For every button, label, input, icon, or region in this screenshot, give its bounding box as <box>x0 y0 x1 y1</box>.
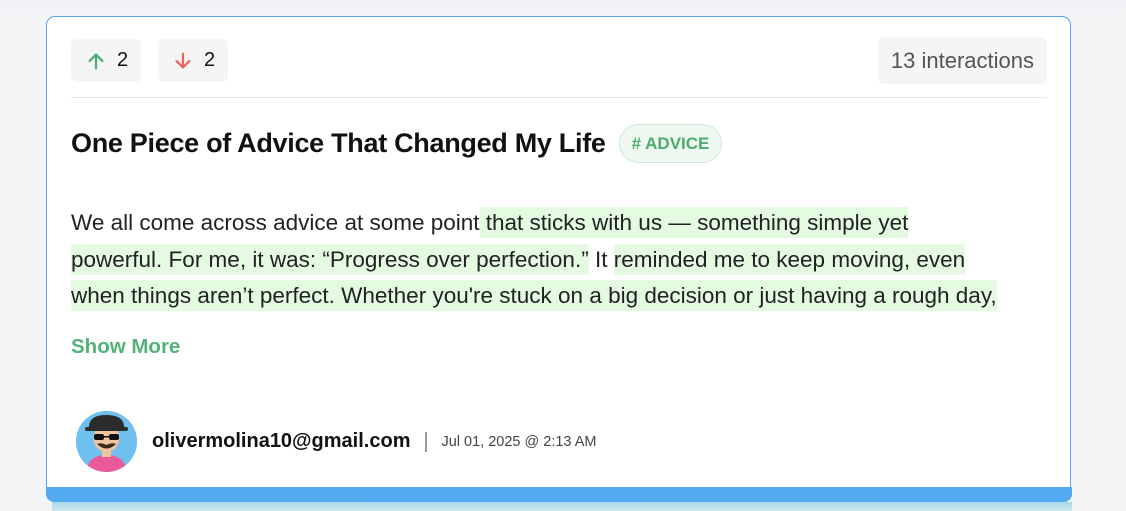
meta-separator <box>425 431 428 452</box>
author-email[interactable]: olivermolina10@gmail.com <box>152 430 410 453</box>
avatar-illustration <box>76 411 137 472</box>
downvote-count: 2 <box>204 49 216 71</box>
page: 2 2 13 interactions One Piece of Advice … <box>0 0 1126 511</box>
arrow-up-icon <box>88 52 104 69</box>
highlighted-text: e to keep moving, even <box>732 243 966 275</box>
highlighted-text: when things aren’t perfect. <box>71 280 335 311</box>
arrow-down-icon <box>175 52 191 69</box>
highlighted-text: Whether you're stuck on a big decision o… <box>334 280 997 311</box>
post-card: 2 2 13 interactions One Piece of Advice … <box>46 16 1071 488</box>
highlighted-text: reminded m <box>613 243 733 275</box>
avatar[interactable] <box>76 411 137 472</box>
highlighted-text: that sticks with us — so <box>479 207 721 238</box>
post-title: One Piece of Advice That Changed My Life <box>71 128 606 158</box>
upvote-count: 2 <box>117 49 129 71</box>
card-shadow <box>52 502 1072 511</box>
downvote-button[interactable]: 2 <box>158 39 228 82</box>
post-body: We all come across advice at some point … <box>71 205 1046 315</box>
show-more-link[interactable]: Show More <box>71 335 180 359</box>
body-text-segment: We all come across advice at some point <box>71 210 480 235</box>
post-date: Jul 01, 2025 @ 2:13 AM <box>441 433 597 450</box>
highlighted-text: mething simple yet <box>720 207 909 238</box>
highlighted-text: powe <box>71 243 125 275</box>
body-text-segment: It <box>588 246 614 272</box>
tag-badge[interactable]: # ADVICE <box>618 124 723 163</box>
highlighted-text: rful. For me, it was: “Progress over per… <box>124 243 589 275</box>
upvote-button[interactable]: 2 <box>71 39 141 82</box>
title-row: One Piece of Advice That Changed My Life… <box>71 124 723 163</box>
interactions-count: 13 interactions <box>877 37 1047 84</box>
header-divider <box>71 97 1047 98</box>
card-accent-bar <box>46 487 1072 502</box>
author-row: olivermolina10@gmail.com Jul 01, 2025 @ … <box>76 411 596 472</box>
